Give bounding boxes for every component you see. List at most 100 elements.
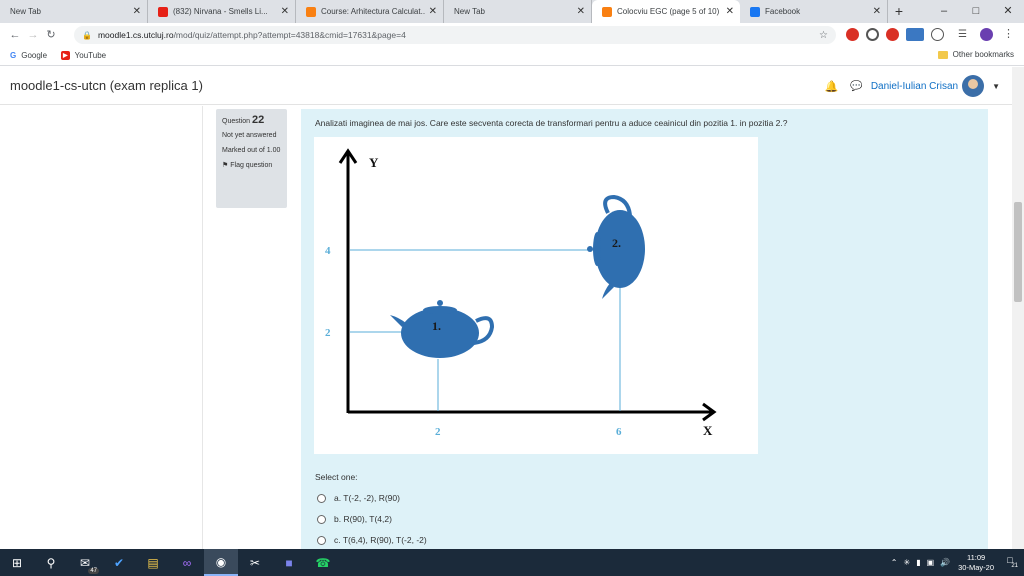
- search-icon[interactable]: ⚲: [34, 549, 68, 576]
- user-name[interactable]: Daniel-Iulian Crisan: [871, 81, 958, 92]
- browser-tab[interactable]: Course: Arhitectura Calculat... ✕: [296, 0, 444, 23]
- close-tab-icon[interactable]: ✕: [281, 6, 289, 17]
- answer-label: b. R(90), T(4,2): [334, 514, 392, 524]
- tab-title: New Tab: [454, 7, 485, 16]
- clock-time: 11:09: [966, 552, 986, 562]
- reload-icon[interactable]: ↻: [42, 28, 60, 41]
- close-tab-icon[interactable]: ✕: [133, 6, 141, 17]
- bookmark-label: YouTube: [74, 51, 107, 60]
- tab-title: (832) Nirvana - Smells Li...: [173, 7, 268, 16]
- minimize-icon[interactable]: –: [928, 0, 960, 23]
- youtube-icon: [158, 6, 168, 17]
- messages-icon[interactable]: 💬: [850, 81, 862, 92]
- snipping-tool-icon[interactable]: ✂: [238, 549, 272, 576]
- question-figure: 1. 2. Y X 4 2 2 6: [314, 137, 758, 454]
- window-controls: – □ ✕: [928, 0, 1024, 23]
- tab-title: Course: Arhitectura Calculat...: [321, 7, 425, 16]
- volume-icon[interactable]: 🔊: [940, 558, 950, 567]
- forward-icon[interactable]: →: [24, 29, 42, 41]
- close-window-icon[interactable]: ✕: [992, 0, 1024, 23]
- blocker-icon[interactable]: [866, 28, 879, 41]
- avatar[interactable]: [962, 75, 985, 97]
- bookmarks-bar: G Google ▶ YouTube Other bookmarks: [0, 46, 1024, 66]
- user-area: 🔔 💬 Daniel-Iulian Crisan ▼: [825, 75, 1000, 97]
- bluetooth-icon[interactable]: ✳: [904, 558, 911, 567]
- extension-red-icon[interactable]: [886, 28, 899, 41]
- close-tab-icon[interactable]: ✕: [577, 6, 585, 17]
- bookmark-youtube[interactable]: ▶ YouTube: [61, 51, 106, 60]
- address-bar[interactable]: 🔒 moodle1.cs.utcluj.ro/mod/quiz/attempt.…: [74, 26, 836, 44]
- x-axis-title: X: [703, 423, 713, 438]
- bell-icon[interactable]: 🔔: [825, 80, 839, 93]
- answer-option-b[interactable]: b. R(90), T(4,2): [317, 514, 392, 524]
- new-tab-button[interactable]: +: [888, 0, 910, 23]
- battery-icon[interactable]: ▮: [916, 558, 920, 567]
- site-title[interactable]: moodle1-cs-utcn (exam replica 1): [10, 78, 203, 93]
- system-tray: ⌃ ✳ ▮ ▣ 🔊 11:09 30-May-20: [891, 549, 994, 576]
- lock-icon: 🔒: [82, 30, 92, 40]
- visual-studio-icon[interactable]: ∞: [170, 549, 204, 576]
- radio-c[interactable]: [317, 535, 326, 545]
- close-tab-icon[interactable]: ✕: [726, 6, 734, 17]
- close-tab-icon[interactable]: ✕: [429, 6, 437, 17]
- youtube-icon: ▶: [61, 51, 70, 60]
- menu-icon[interactable]: ⋮: [1002, 28, 1015, 41]
- close-tab-icon[interactable]: ✕: [873, 6, 881, 17]
- chevron-up-icon[interactable]: ⌃: [891, 558, 898, 567]
- radio-b[interactable]: [317, 514, 326, 524]
- answer-label: a. T(-2, -2), R(90): [334, 493, 400, 503]
- mail-icon[interactable]: ✉ 47: [68, 549, 102, 576]
- y-tick-4: 4: [325, 245, 331, 257]
- x-tick-6: 6: [616, 426, 622, 438]
- bookmark-star-icon[interactable]: ☆: [819, 30, 828, 41]
- radio-a[interactable]: [317, 493, 326, 503]
- notification-icon[interactable]: □ 21: [1002, 555, 1018, 569]
- flag-question[interactable]: ⚑ Flag question: [222, 161, 281, 171]
- question-marks: Marked out of 1.00: [222, 147, 281, 154]
- browser-tab[interactable]: (832) Nirvana - Smells Li... ✕: [148, 0, 296, 23]
- question-number: Question 22: [222, 114, 281, 126]
- select-one-label: Select one:: [315, 472, 358, 482]
- todo-icon[interactable]: ✔: [102, 549, 136, 576]
- teams-icon[interactable]: ■: [272, 549, 306, 576]
- tab-title: New Tab: [10, 7, 41, 16]
- question-state: Not yet answered: [222, 132, 277, 139]
- clock-date: 30-May-20: [958, 562, 994, 572]
- media-icon[interactable]: ☰: [958, 28, 971, 41]
- browser-tab[interactable]: Facebook ✕: [740, 0, 888, 23]
- question-label: Question: [222, 118, 251, 125]
- position-2-label: 2.: [612, 236, 621, 250]
- back-icon[interactable]: ←: [6, 29, 24, 41]
- answer-option-a[interactable]: a. T(-2, -2), R(90): [317, 493, 400, 503]
- network-icon[interactable]: ▣: [927, 558, 935, 567]
- windows-start-icon[interactable]: ⊞: [0, 549, 34, 576]
- mail-badge: 47: [88, 568, 99, 574]
- chevron-down-icon[interactable]: ▼: [992, 82, 1000, 91]
- moodle-header: moodle1-cs-utcn (exam replica 1) 🔔 💬 Dan…: [0, 67, 1012, 105]
- scrollbar-thumb[interactable]: [1014, 202, 1022, 302]
- browser-tab-strip: New Tab ✕ (832) Nirvana - Smells Li... ✕ Cou…: [0, 0, 1024, 23]
- browser-tab[interactable]: New Tab ✕: [444, 0, 592, 23]
- browser-tab[interactable]: Colocviu EGC (page 5 of 10) ✕: [592, 0, 740, 23]
- whatsapp-icon[interactable]: ☎: [306, 549, 340, 576]
- adblock-icon[interactable]: [846, 28, 859, 41]
- other-bookmarks-label: Other bookmarks: [952, 50, 1014, 59]
- chrome-icon[interactable]: ◉: [204, 549, 238, 576]
- question-body: Analizati imaginea de mai jos. Care este…: [301, 109, 988, 549]
- browser-tab[interactable]: New Tab ✕: [0, 0, 148, 23]
- profile-icon[interactable]: [980, 28, 993, 41]
- windows-taskbar: ⊞ ⚲ ✉ 47 ✔ ▤ ∞ ◉ ✂ ■ ☎ ⌃ ✳ ▮ ▣ 🔊 11:09 30…: [0, 549, 1024, 576]
- extension-smile-icon[interactable]: [931, 28, 944, 41]
- bookmark-google[interactable]: G Google: [10, 51, 47, 60]
- maximize-icon[interactable]: □: [960, 0, 992, 23]
- taskbar-clock[interactable]: 11:09 30-May-20: [958, 553, 994, 573]
- new-extension-icon[interactable]: [906, 28, 924, 41]
- y-axis-title: Y: [369, 155, 379, 170]
- browser-toolbar: ← → ↻ 🔒 moodle1.cs.utcluj.ro/mod/quiz/at…: [0, 23, 1024, 46]
- answer-option-c[interactable]: c. T(6,4), R(90), T(-2, -2): [317, 535, 427, 545]
- page-scrollbar[interactable]: [1012, 67, 1024, 549]
- file-explorer-icon[interactable]: ▤: [136, 549, 170, 576]
- other-bookmarks[interactable]: Other bookmarks: [937, 50, 1014, 59]
- tab-title: Colocviu EGC (page 5 of 10): [617, 7, 720, 16]
- y-tick-2: 2: [325, 327, 331, 339]
